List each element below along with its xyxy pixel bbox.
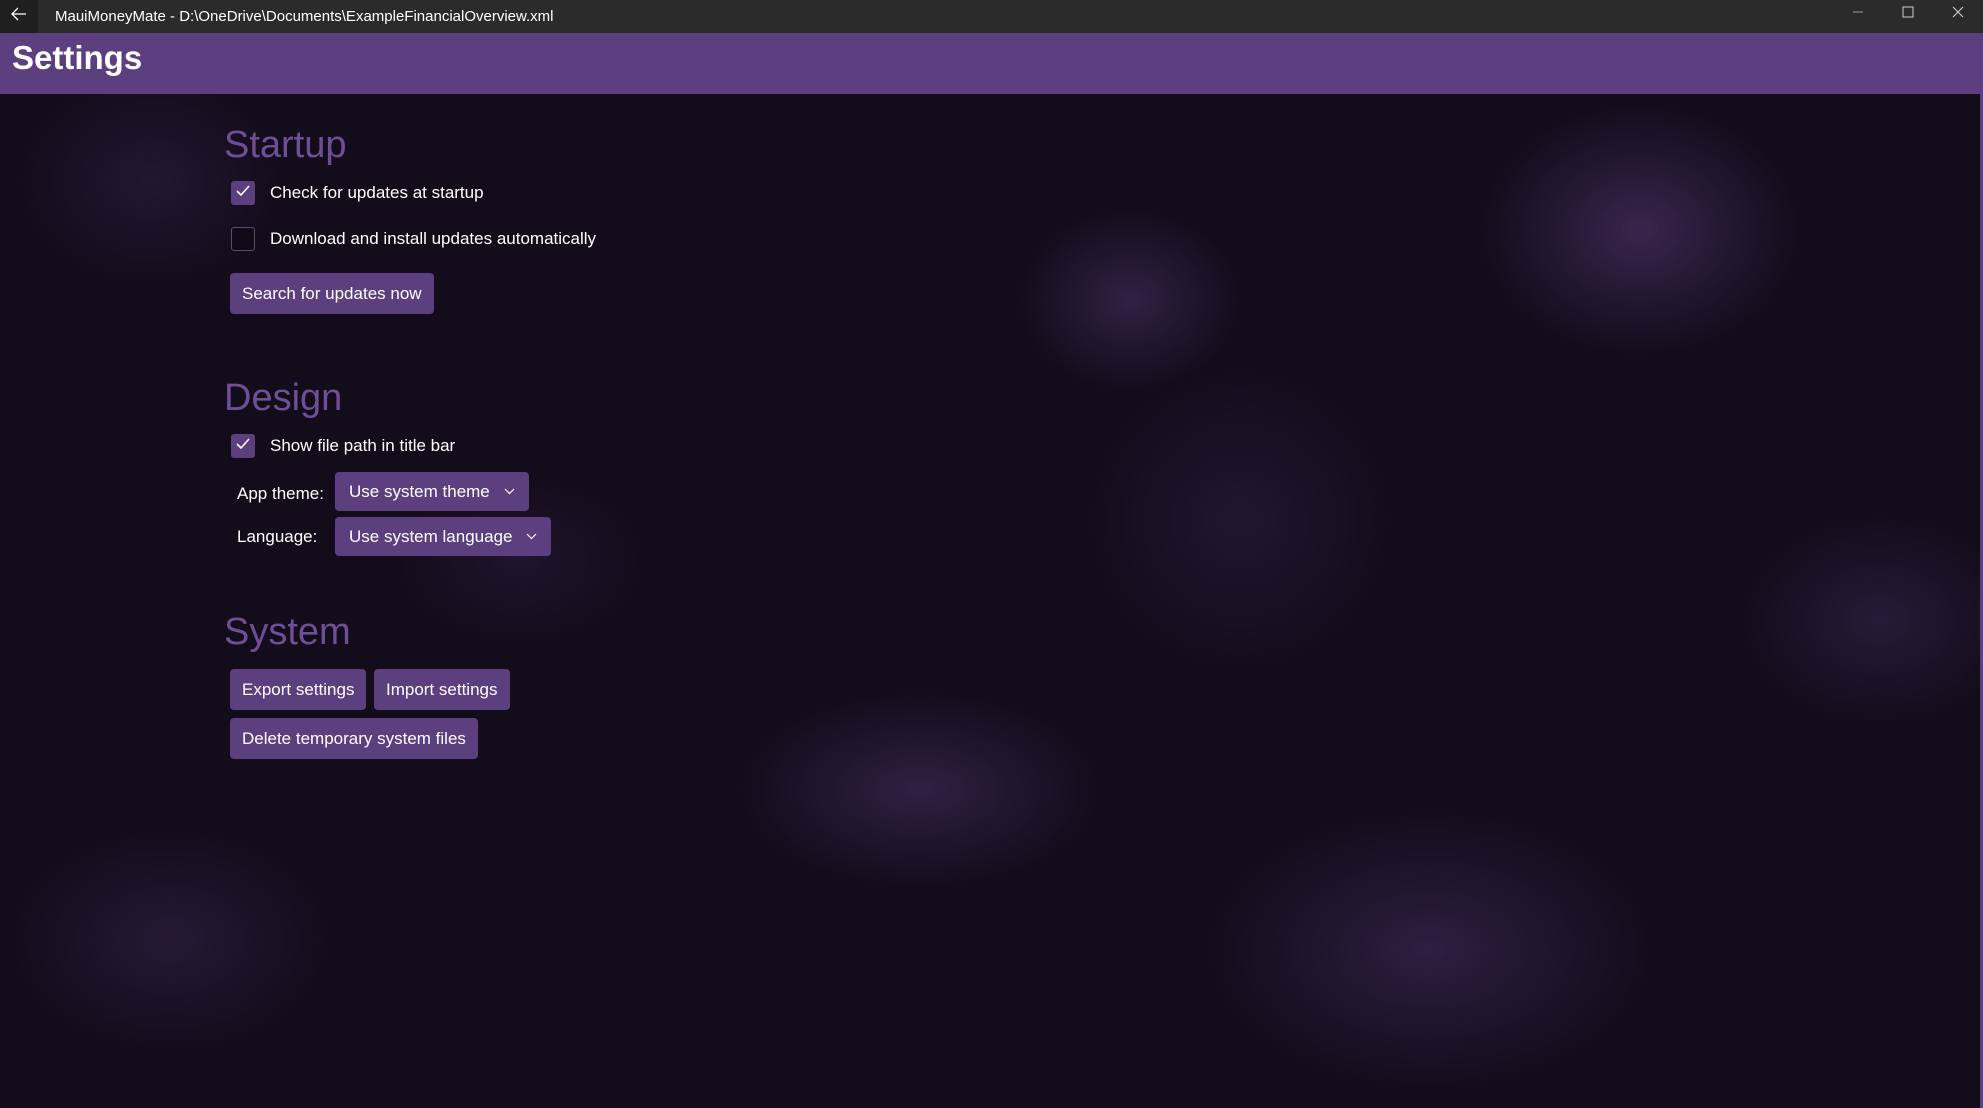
back-arrow-icon xyxy=(11,7,27,26)
check-updates-label: Check for updates at startup xyxy=(270,183,484,202)
search-updates-button[interactable]: Search for updates now xyxy=(230,273,434,314)
auto-install-checkbox[interactable] xyxy=(231,227,255,251)
check-updates-option[interactable]: Check for updates at startup xyxy=(231,179,484,207)
design-section-title: Design xyxy=(224,377,343,419)
back-button[interactable] xyxy=(0,0,38,33)
checkmark-icon xyxy=(236,184,250,202)
minimize-button[interactable] xyxy=(1833,0,1883,28)
language-value: Use system language xyxy=(349,526,513,546)
maximize-button[interactable] xyxy=(1883,0,1933,28)
chevron-down-icon xyxy=(504,488,515,495)
window-controls xyxy=(1833,0,1983,33)
page-header: Settings xyxy=(0,33,1983,94)
language-dropdown[interactable]: Use system language xyxy=(335,517,552,556)
show-path-option[interactable]: Show file path in title bar xyxy=(231,432,455,460)
minimize-icon xyxy=(1852,5,1864,23)
checkmark-icon xyxy=(236,437,250,455)
window-titlebar: MauiMoneyMate - D:\OneDrive\Documents\Ex… xyxy=(0,0,1983,33)
show-path-label: Show file path in title bar xyxy=(270,436,456,455)
show-path-checkbox[interactable] xyxy=(231,434,255,458)
language-label: Language: xyxy=(237,527,318,546)
maximize-icon xyxy=(1902,5,1914,23)
startup-section-title: Startup xyxy=(224,124,347,166)
delete-temp-files-button[interactable]: Delete temporary system files xyxy=(230,718,478,759)
app-theme-label: App theme: xyxy=(237,484,324,503)
page-title: Settings xyxy=(12,39,143,76)
chevron-down-icon xyxy=(526,533,537,540)
import-settings-button[interactable]: Import settings xyxy=(374,669,510,710)
check-updates-checkbox[interactable] xyxy=(231,181,255,205)
system-section-title: System xyxy=(224,611,351,653)
app-theme-dropdown[interactable]: Use system theme xyxy=(335,472,529,511)
auto-install-option[interactable]: Download and install updates automatical… xyxy=(231,225,596,253)
window-title: MauiMoneyMate - D:\OneDrive\Documents\Ex… xyxy=(55,8,554,25)
export-settings-button[interactable]: Export settings xyxy=(230,669,367,710)
app-theme-value: Use system theme xyxy=(349,481,490,501)
close-icon xyxy=(1952,5,1964,23)
close-button[interactable] xyxy=(1933,0,1983,28)
auto-install-label: Download and install updates automatical… xyxy=(270,229,597,248)
